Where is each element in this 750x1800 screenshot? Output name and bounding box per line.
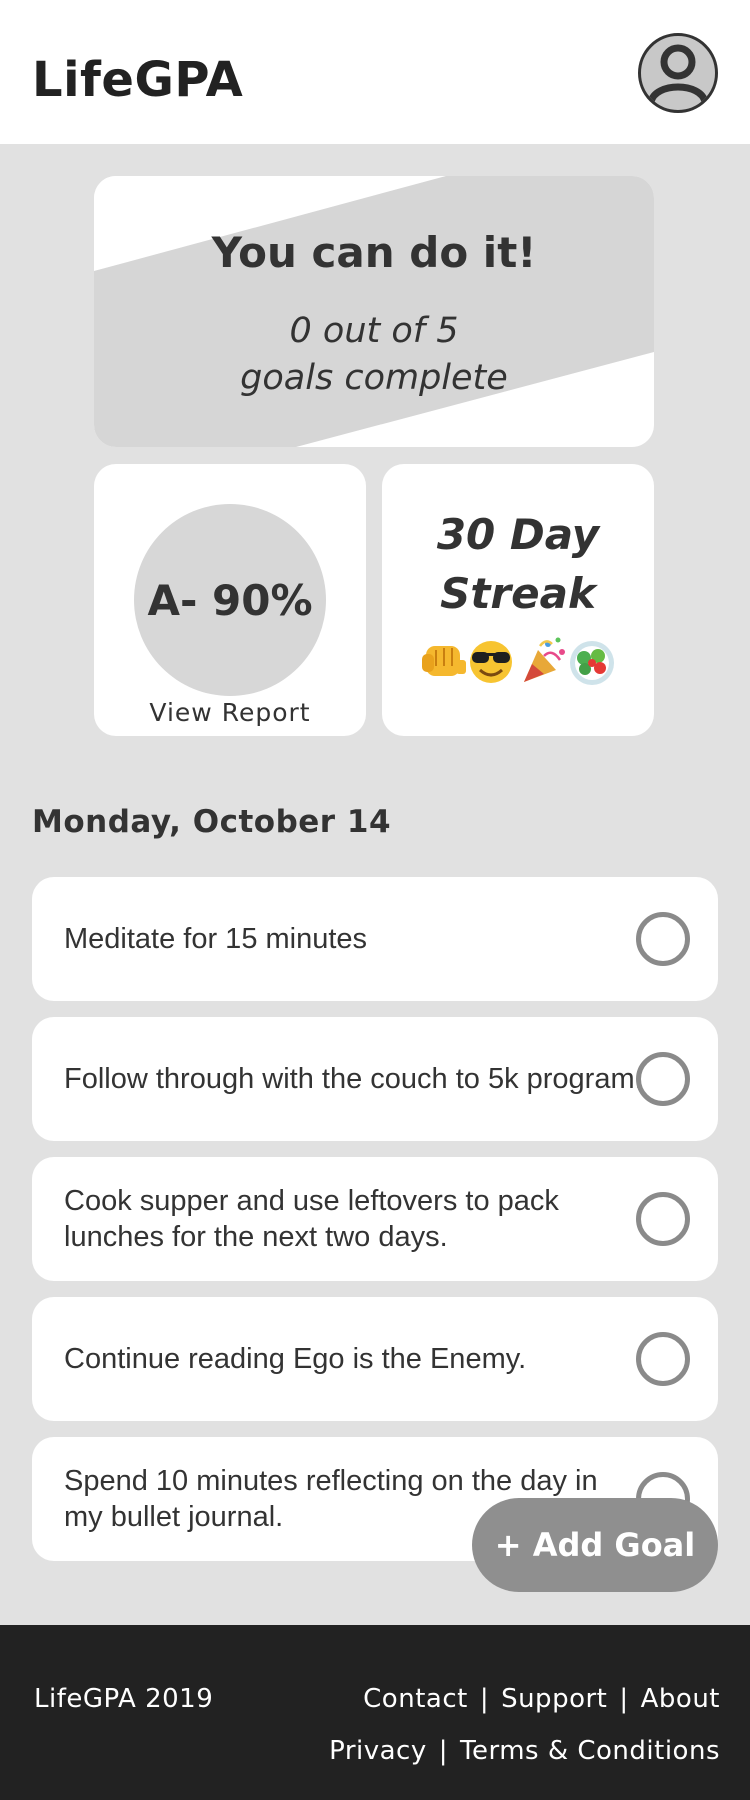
grade-card: A- 90% View Report — [94, 464, 366, 736]
goal-text: Meditate for 15 minutes — [64, 923, 368, 955]
footer-links-primary: Contact | Support | About — [363, 1684, 720, 1714]
goal-complete-checkbox[interactable] — [636, 1332, 690, 1386]
site-footer: LifeGPA 2019 Contact | Support | About P… — [0, 1625, 750, 1800]
footer-link-terms[interactable]: Terms & Conditions — [460, 1736, 720, 1766]
motivation-banner: You can do it! 0 out of 5 goals complete — [94, 176, 654, 447]
goal-item: Follow through with the couch to 5k prog… — [32, 1017, 718, 1141]
goal-text: Continue reading Ego is the Enemy. — [64, 1343, 527, 1375]
goal-complete-checkbox[interactable] — [636, 1052, 690, 1106]
goal-complete-checkbox[interactable] — [636, 912, 690, 966]
footer-separator: | — [479, 1684, 490, 1714]
goal-complete-checkbox[interactable] — [636, 1192, 690, 1246]
sunglasses-face-icon — [470, 641, 512, 683]
view-report-link[interactable]: View Report — [94, 698, 366, 727]
goals-progress-count: 0 out of 5 — [289, 311, 459, 351]
date-heading: Monday, October 14 — [32, 804, 392, 840]
footer-link-privacy[interactable]: Privacy — [329, 1736, 427, 1766]
footer-link-support[interactable]: Support — [501, 1684, 607, 1714]
app-title: LifeGPA — [32, 52, 244, 108]
streak-card: 30 Day Streak — [382, 464, 654, 736]
motivation-headline: You can do it! — [211, 228, 537, 277]
footer-copyright: LifeGPA 2019 — [34, 1684, 214, 1714]
user-avatar-icon[interactable] — [638, 33, 718, 113]
streak-count: 30 Day — [436, 510, 600, 559]
user-avatar-icon-graphic — [647, 44, 709, 104]
party-popper-icon — [524, 637, 565, 682]
goal-item: Cook supper and use leftovers to pack lu… — [32, 1157, 718, 1281]
goal-text: Cook supper and use leftovers to pack lu… — [64, 1185, 559, 1253]
add-goal-button[interactable]: + Add Goal — [472, 1498, 718, 1592]
fist-bump-icon — [422, 646, 466, 676]
app-header: LifeGPA — [0, 0, 750, 144]
grade-badge: A- 90% — [134, 504, 326, 696]
streak-label: Streak — [440, 569, 596, 618]
salad-icon — [570, 641, 614, 685]
goal-item: Continue reading Ego is the Enemy. — [32, 1297, 718, 1421]
streak-emoji-row — [422, 637, 614, 685]
footer-link-about[interactable]: About — [641, 1684, 720, 1714]
goals-progress-label: goals complete — [240, 358, 508, 398]
goal-item: Meditate for 15 minutes — [32, 877, 718, 1001]
goal-text: Follow through with the couch to 5k prog… — [64, 1063, 643, 1095]
footer-separator: | — [438, 1736, 448, 1766]
footer-separator: | — [619, 1684, 629, 1714]
footer-links-secondary: Privacy | Terms & Conditions — [329, 1736, 720, 1766]
footer-link-contact[interactable]: Contact — [363, 1684, 468, 1714]
